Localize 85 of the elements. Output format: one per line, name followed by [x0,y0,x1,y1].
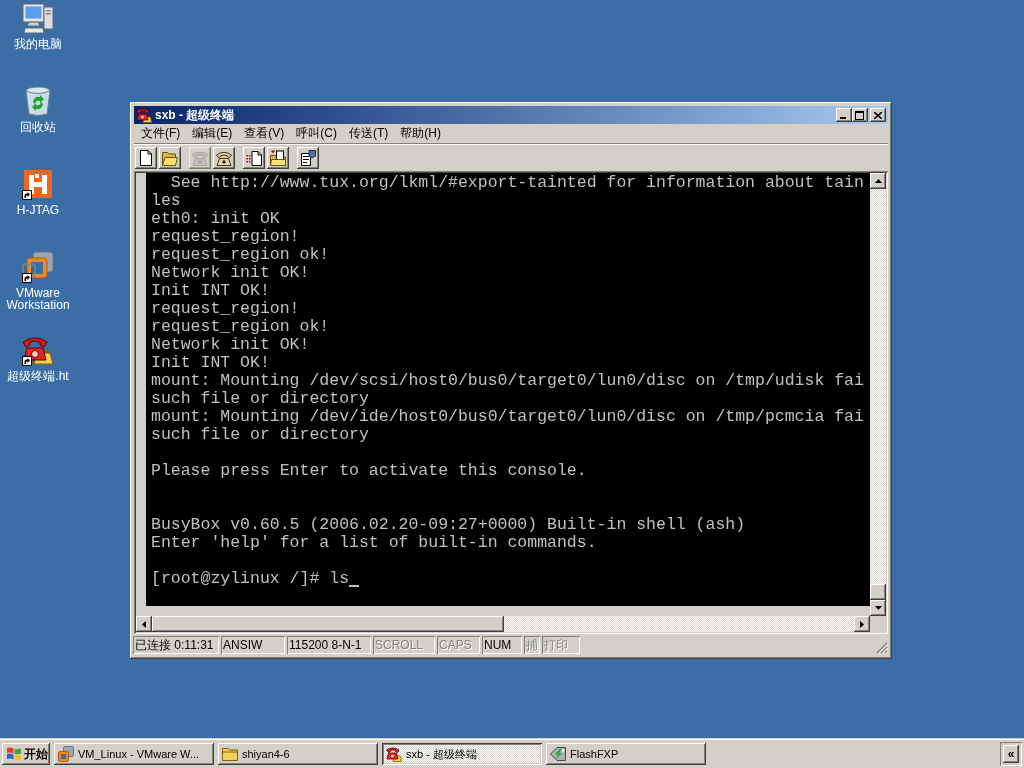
status-panel: SCROLL [373,636,435,654]
scroll-down-button[interactable] [870,600,886,616]
desktop-icon-label[interactable]: 我的电脑 [13,38,63,50]
recycle-bin-icon[interactable] [22,85,54,117]
menu-item[interactable]: 帮助(H) [394,125,447,142]
terminal-line: Please press Enter to activate this console. [151,462,587,480]
status-panel: 捕 [524,636,540,654]
scroll-up-button[interactable] [870,173,886,189]
maximize-icon [855,110,864,120]
desktop-icon-label[interactable]: 超级终端.ht [6,370,70,382]
toolbar-button[interactable] [159,147,181,169]
toolbar-button[interactable] [297,147,319,169]
close-button[interactable] [870,108,886,122]
terminal-line: mount: Mounting /dev/scsi/host0/bus0/target0/lun0/disc on /tmp/udisk fai [151,372,864,390]
terminal-line: request_region! [151,228,300,246]
phone-icon [192,150,208,166]
properties-icon [300,150,316,166]
menu-item[interactable]: 文件(F) [135,125,187,142]
folder-icon [270,150,286,166]
resize-grip-icon[interactable] [876,642,888,654]
scrollbar-thumb[interactable] [152,616,504,632]
toolbar-button[interactable] [243,147,265,169]
status-panel: 已连接 0:11:31 [133,636,219,654]
terminal-line: See http://www.tux.org/lkml/#export-tainted for information about tain [169,174,864,192]
minimize-icon [840,117,846,119]
status-panel: 打印 [542,636,580,654]
flash-tag-icon [550,746,566,762]
up-arrow-icon [874,179,882,183]
terminal-line: eth0: init OK [151,210,280,228]
telephone-icon [136,107,152,123]
app-logo-icon[interactable] [22,168,54,200]
telephone-icon [386,746,402,762]
right-arrow-icon [860,620,864,628]
overlapping-squares-icon [58,746,74,762]
desktop-icon-label[interactable]: 回收站 [19,121,57,133]
terminal-line: les [151,192,181,210]
menu-item[interactable]: 编辑(E) [186,125,239,142]
terminal-line: Network init OK! [151,264,310,282]
taskbar-button[interactable]: shiyan4-6 [218,743,378,765]
start-button[interactable]: 开始 [2,743,50,765]
document-icon [246,150,262,166]
scroll-left-button[interactable] [136,616,152,632]
menu-item[interactable]: 传送(T) [343,125,395,142]
folder-icon [222,746,238,762]
terminal-line: such file or directory [151,426,369,444]
terminal-line: BusyBox v0.60.5 (2006.02.20-09:27+0000) Built-in shell (ash) [151,516,746,534]
toolbar-button[interactable] [213,147,235,169]
scrollbar-thumb[interactable] [870,584,886,600]
taskbar-button[interactable]: sxb - 超级终端 [382,743,542,765]
phone-icon [216,150,232,166]
terminal-line: Init INT OK! [151,282,270,300]
status-panel: CAPS [437,636,480,654]
menu-item[interactable]: 呼叫(C) [290,125,343,142]
desktop-icon-label[interactable]: VMware Workstation [0,287,76,311]
maximize-button[interactable] [852,108,868,122]
expand-tray-button[interactable]: « [1003,745,1019,763]
terminal-screen[interactable] [146,173,870,606]
terminal-line: request_region! [151,300,300,318]
left-arrow-icon [142,620,146,628]
terminal-line: request_region ok! [151,246,330,264]
terminal-line: Enter 'help' for a list of built-in commands. [151,534,597,552]
menu-item[interactable]: 查看(V) [238,125,291,142]
minimize-button[interactable] [836,108,852,122]
document-icon [138,150,154,166]
folder-icon [162,150,178,166]
windows-flag-icon [6,747,22,761]
toolbar-button[interactable] [267,147,289,169]
taskbar-button[interactable]: VM_Linux - VMware W... [54,743,214,765]
status-panel: NUM [482,636,522,654]
terminal-line: such file or directory [151,390,369,408]
window-title: sxb - 超级终端 [155,108,235,122]
down-arrow-icon [874,606,882,610]
terminal-line: request_region ok! [151,318,330,336]
close-icon [873,111,882,119]
terminal-line: Network init OK! [151,336,310,354]
terminal-line: mount: Mounting /dev/ide/host0/bus0/target0/lun0/disc on /tmp/pcmcia fai [151,408,864,426]
status-panel: ANSIW [221,636,285,654]
terminal-prompt: [root@zylinux /]# ls [151,570,350,588]
status-panel: 115200 8-N-1 [287,636,371,654]
scroll-right-button[interactable] [854,616,870,632]
taskbar-button[interactable]: FlashFXP [546,743,706,765]
desktop-icon-label[interactable]: H-JTAG [15,204,61,216]
toolbar-button[interactable] [135,147,157,169]
terminal-line: Init INT OK! [151,354,270,372]
computer-icon[interactable] [22,2,54,34]
